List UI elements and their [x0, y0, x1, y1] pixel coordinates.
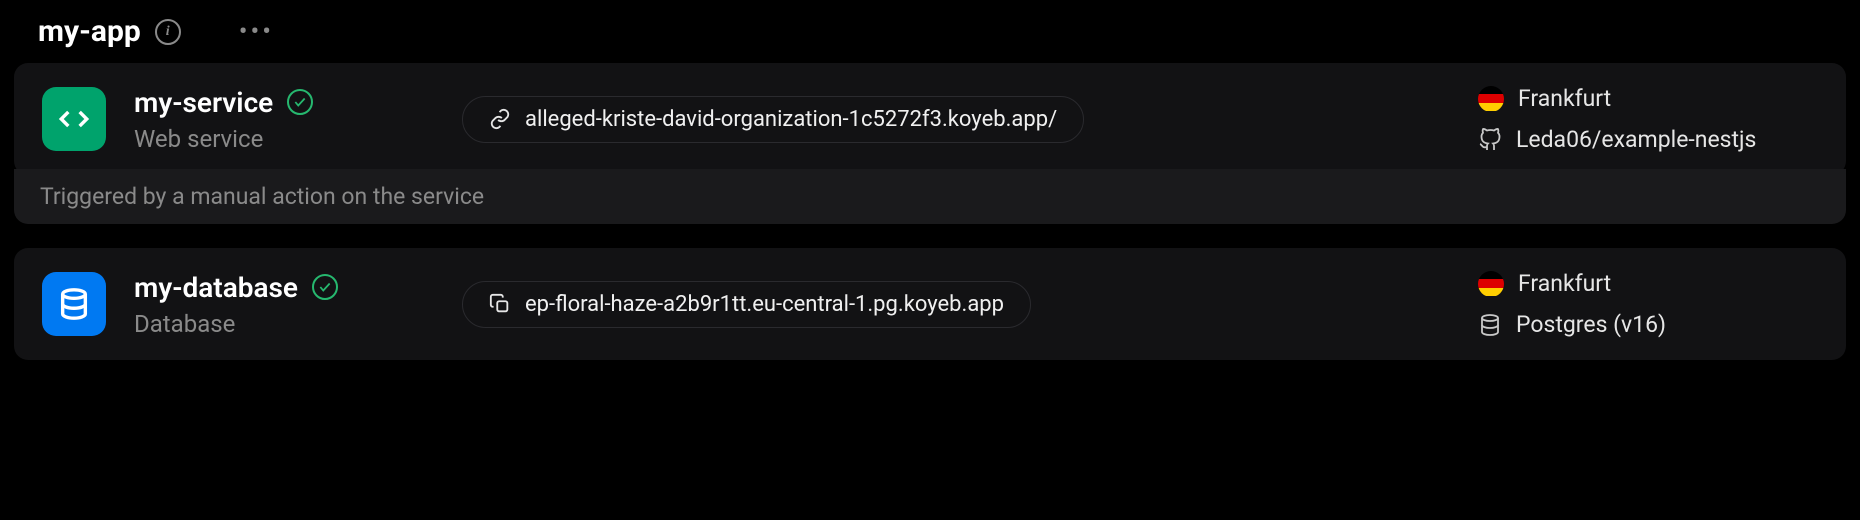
database-card-icon [42, 272, 106, 336]
service-repo-row[interactable]: Leda06/example-nestjs [1478, 126, 1818, 153]
database-host-pill[interactable]: ep-floral-haze-a2b9r1tt.eu-central-1.pg.… [462, 281, 1031, 328]
database-icon [1478, 313, 1502, 337]
status-healthy-icon [287, 89, 313, 115]
app-name: my-app [38, 14, 141, 49]
web-service-icon [42, 87, 106, 151]
more-menu-icon[interactable]: ••• [239, 19, 274, 45]
database-meta: Frankfurt Postgres (v16) [1478, 270, 1818, 338]
germany-flag-icon [1478, 271, 1504, 297]
database-engine-row: Postgres (v16) [1478, 311, 1818, 338]
service-region: Frankfurt [1518, 85, 1611, 112]
github-icon [1478, 128, 1502, 152]
database-engine: Postgres (v16) [1516, 311, 1666, 338]
database-card[interactable]: my-database Database ep-floral-haze-a2b9… [14, 248, 1846, 360]
service-type: Web service [134, 125, 434, 153]
service-repo: Leda06/example-nestjs [1516, 126, 1756, 153]
service-meta: Frankfurt Leda06/example-nestjs [1478, 85, 1818, 153]
database-name-block: my-database Database [134, 271, 434, 338]
database-host: ep-floral-haze-a2b9r1tt.eu-central-1.pg.… [525, 292, 1004, 317]
service-name-block: my-service Web service [134, 86, 434, 153]
database-name: my-database [134, 271, 298, 304]
app-header: my-app i ••• [14, 14, 1846, 63]
database-type: Database [134, 310, 434, 338]
germany-flag-icon [1478, 86, 1504, 112]
info-icon[interactable]: i [155, 19, 181, 45]
service-name: my-service [134, 86, 273, 119]
link-icon [489, 108, 511, 130]
database-region: Frankfurt [1518, 270, 1611, 297]
service-card[interactable]: my-service Web service alleged-kriste-da… [14, 63, 1846, 175]
service-url: alleged-kriste-david-organization-1c5272… [525, 107, 1057, 132]
copy-icon [489, 293, 511, 315]
service-region-row: Frankfurt [1478, 85, 1818, 112]
database-region-row: Frankfurt [1478, 270, 1818, 297]
service-url-pill[interactable]: alleged-kriste-david-organization-1c5272… [462, 96, 1084, 143]
trigger-text: Triggered by a manual action on the serv… [40, 183, 484, 210]
trigger-bar: Triggered by a manual action on the serv… [14, 169, 1846, 224]
status-healthy-icon [312, 274, 338, 300]
